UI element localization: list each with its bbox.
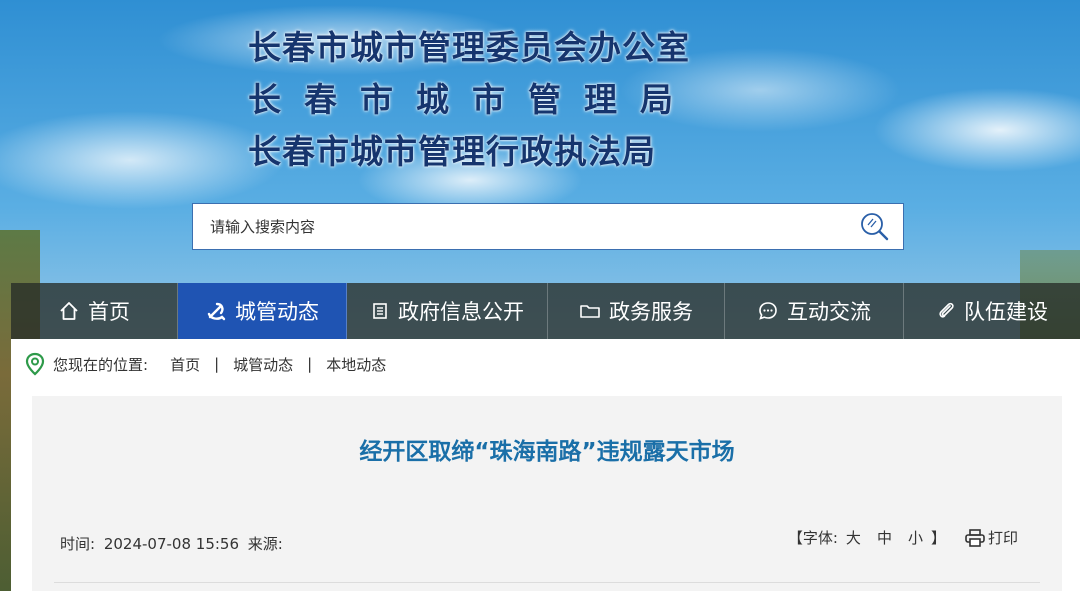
font-size-small-button[interactable]: 小 bbox=[908, 527, 923, 548]
main-nav: 首页 城管动态 政府信息公开 政务服务 互动交流 队伍建设 bbox=[11, 283, 1080, 339]
nav-item-home[interactable]: 首页 bbox=[11, 283, 178, 339]
article-title: 经开区取缔“珠海南路”违规露天市场 bbox=[359, 439, 735, 465]
folder-icon bbox=[579, 301, 601, 321]
nav-item-team-building[interactable]: 队伍建设 bbox=[904, 283, 1080, 339]
time-label: 时间: bbox=[60, 535, 96, 553]
nav-item-gov-info[interactable]: 政府信息公开 bbox=[347, 283, 548, 339]
home-icon bbox=[58, 300, 80, 322]
party-emblem-icon bbox=[205, 300, 227, 322]
article-meta: 时间: 2024-07-08 15:56 来源: bbox=[60, 533, 287, 554]
site-title-1: 长春市城市管理委员会办公室 bbox=[248, 28, 690, 67]
search-input[interactable] bbox=[193, 204, 847, 249]
article-tools: 【字体: 大 中 小 】 打印 bbox=[788, 527, 1018, 548]
chat-icon bbox=[757, 300, 779, 322]
nav-item-label: 政务服务 bbox=[609, 300, 693, 324]
breadcrumb-local-news-link[interactable]: 本地动态 bbox=[326, 354, 386, 375]
search-icon bbox=[861, 212, 889, 240]
breadcrumb: 您现在的位置: 首页 | 城管动态 | 本地动态 bbox=[25, 350, 386, 378]
source-label: 来源: bbox=[247, 535, 283, 553]
site-title-3: 长春市城市管理行政执法局 bbox=[248, 132, 656, 171]
print-label: 打印 bbox=[987, 529, 1018, 547]
breadcrumb-label: 您现在的位置: bbox=[53, 355, 149, 374]
printer-icon bbox=[965, 528, 985, 547]
nav-item-label: 首页 bbox=[88, 300, 130, 324]
nav-item-interaction[interactable]: 互动交流 bbox=[725, 283, 904, 339]
publish-time: 2024-07-08 15:56 bbox=[103, 535, 240, 553]
nav-item-label: 队伍建设 bbox=[964, 300, 1048, 324]
location-pin-icon bbox=[25, 352, 45, 376]
site-titles: 长春市城市管理委员会办公室 长春市城市管理局 长春市城市管理行政执法局 bbox=[248, 22, 858, 178]
search-bar bbox=[192, 203, 904, 250]
font-size-medium-button[interactable]: 中 bbox=[877, 527, 892, 548]
print-button[interactable]: 打印 bbox=[964, 527, 1018, 548]
nav-item-gov-services[interactable]: 政务服务 bbox=[548, 283, 725, 339]
font-size-label: 【字体: bbox=[787, 529, 838, 547]
nav-item-label: 政府信息公开 bbox=[398, 300, 524, 324]
nav-item-label: 互动交流 bbox=[787, 300, 871, 324]
document-icon bbox=[370, 301, 390, 321]
font-size-close-bracket: 】 bbox=[930, 529, 946, 547]
article-card: 经开区取缔“珠海南路”违规露天市场 时间: 2024-07-08 15:56 来… bbox=[32, 396, 1062, 591]
paperclip-icon bbox=[936, 300, 956, 322]
search-button[interactable] bbox=[847, 204, 903, 249]
breadcrumb-separator: | bbox=[307, 355, 313, 373]
font-size-large-button[interactable]: 大 bbox=[846, 527, 861, 548]
breadcrumb-city-news-link[interactable]: 城管动态 bbox=[233, 354, 293, 375]
nav-item-label: 城管动态 bbox=[235, 300, 319, 324]
breadcrumb-home-link[interactable]: 首页 bbox=[170, 354, 200, 375]
nav-item-city-news[interactable]: 城管动态 bbox=[178, 283, 347, 339]
breadcrumb-separator: | bbox=[214, 355, 220, 373]
meta-divider bbox=[54, 582, 1040, 583]
site-title-2: 长春市城市管理局 bbox=[248, 80, 696, 119]
